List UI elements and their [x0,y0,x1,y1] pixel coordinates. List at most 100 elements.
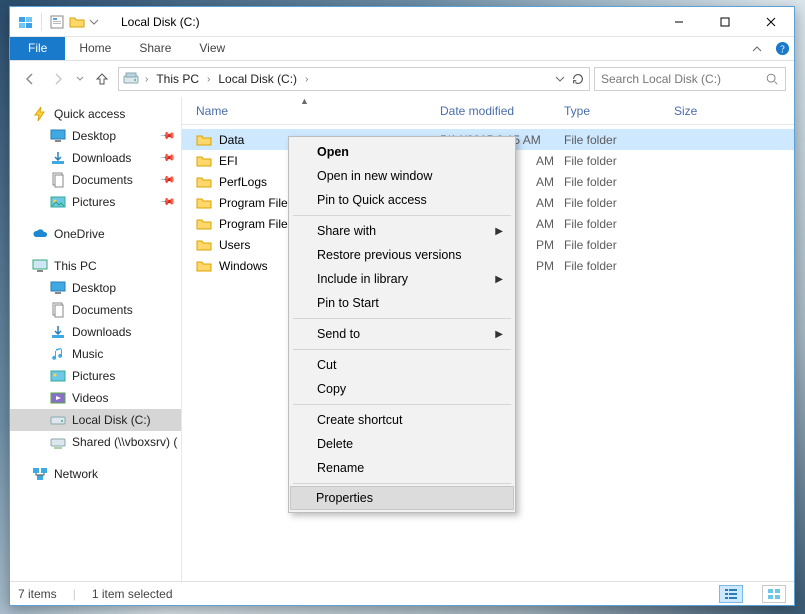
ctx-properties[interactable]: Properties [290,486,514,510]
refresh-icon[interactable] [571,72,585,86]
sidebar-pc-documents[interactable]: Documents [10,299,181,321]
help-icon[interactable]: ? [770,37,794,60]
search-icon [765,72,779,86]
ctx-open-new-window[interactable]: Open in new window [291,164,513,188]
status-item-count: 7 items [18,587,57,601]
ribbon-collapse-icon[interactable] [744,37,770,60]
qat-dropdown-icon[interactable] [89,14,99,30]
titlebar: Local Disk (C:) [10,7,794,37]
folder-icon [196,216,212,232]
properties-qat-icon[interactable] [49,14,65,30]
col-size[interactable]: Size [674,104,734,118]
videos-icon [50,390,66,406]
ctx-copy[interactable]: Copy [291,377,513,401]
sidebar-thispc[interactable]: This PC [10,255,181,277]
ctx-pin-start[interactable]: Pin to Start [291,291,513,315]
svg-text:?: ? [780,44,785,55]
recent-dropdown-icon[interactable] [74,67,86,91]
sidebar-pc-pictures[interactable]: Pictures [10,365,181,387]
onedrive-icon [32,226,48,242]
submenu-arrow-icon: ▶ [495,274,503,285]
folder-icon [196,153,212,169]
folder-icon [196,258,212,274]
nav-pane: Quick access Desktop📌 Downloads📌 Documen… [10,97,182,581]
tab-share[interactable]: Share [125,37,185,60]
tab-view[interactable]: View [185,37,239,60]
sidebar-onedrive[interactable]: OneDrive [10,223,181,245]
folder-icon [196,195,212,211]
address-dropdown-icon[interactable] [553,67,567,91]
pin-icon: 📌 [158,194,175,211]
ctx-include-library[interactable]: Include in library▶ [291,267,513,291]
col-type[interactable]: Type [564,104,674,118]
view-icons-button[interactable] [762,585,786,603]
sidebar-pc-shared[interactable]: Shared (\\vboxsrv) ( [10,431,181,453]
sidebar-quick-access[interactable]: Quick access [10,103,181,125]
column-headers[interactable]: ▲ Name Date modified Type Size [182,97,794,125]
col-name[interactable]: Name [196,104,440,118]
folder-icon [196,174,212,190]
explorer-icon [18,14,34,30]
ctx-rename[interactable]: Rename [291,456,513,480]
ctx-cut[interactable]: Cut [291,353,513,377]
documents-icon [50,302,66,318]
downloads-icon [50,324,66,340]
pin-icon: 📌 [158,172,175,189]
new-folder-qat-icon[interactable] [69,14,85,30]
minimize-button[interactable] [656,7,702,37]
close-button[interactable] [748,7,794,37]
sidebar-qa-pictures[interactable]: Pictures📌 [10,191,181,213]
search-box[interactable]: Search Local Disk (C:) [594,67,786,91]
downloads-icon [50,150,66,166]
search-placeholder: Search Local Disk (C:) [601,72,765,86]
tab-home[interactable]: Home [65,37,125,60]
sidebar-qa-downloads[interactable]: Downloads📌 [10,147,181,169]
address-bar[interactable]: › This PC › Local Disk (C:) › [118,67,590,91]
folder-icon [196,132,212,148]
sidebar-pc-localdisk[interactable]: Local Disk (C:) [10,409,181,431]
folder-icon [196,237,212,253]
status-selected: 1 item selected [92,587,173,601]
pictures-icon [50,194,66,210]
window-title: Local Disk (C:) [121,15,200,29]
drive-icon [123,71,139,87]
ctx-send-to[interactable]: Send to▶ [291,322,513,346]
tab-file[interactable]: File [10,37,65,60]
pin-icon: 📌 [158,128,175,145]
sidebar-pc-music[interactable]: Music [10,343,181,365]
crumb-location[interactable]: Local Disk (C:) [216,72,299,86]
documents-icon [50,172,66,188]
ctx-delete[interactable]: Delete [291,432,513,456]
up-button[interactable] [90,67,114,91]
ctx-share-with[interactable]: Share with▶ [291,219,513,243]
view-details-button[interactable] [719,585,743,603]
ctx-open[interactable]: Open [291,140,513,164]
ctx-pin-quick-access[interactable]: Pin to Quick access [291,188,513,212]
quick-access-toolbar [10,13,107,31]
desktop-icon [50,280,66,296]
drive-icon [50,412,66,428]
sidebar-network[interactable]: Network [10,463,181,485]
submenu-arrow-icon: ▶ [495,329,503,340]
pictures-icon [50,368,66,384]
ctx-create-shortcut[interactable]: Create shortcut [291,408,513,432]
quick-access-icon [32,106,48,122]
sidebar-pc-downloads[interactable]: Downloads [10,321,181,343]
maximize-button[interactable] [702,7,748,37]
sidebar-qa-documents[interactable]: Documents📌 [10,169,181,191]
back-button[interactable] [18,67,42,91]
crumb-thispc[interactable]: This PC [154,72,201,86]
sidebar-qa-desktop[interactable]: Desktop📌 [10,125,181,147]
netdrive-icon [50,434,66,450]
submenu-arrow-icon: ▶ [495,226,503,237]
ctx-restore-versions[interactable]: Restore previous versions [291,243,513,267]
sidebar-pc-desktop[interactable]: Desktop [10,277,181,299]
forward-button[interactable] [46,67,70,91]
sidebar-pc-videos[interactable]: Videos [10,387,181,409]
pin-icon: 📌 [158,150,175,167]
col-date[interactable]: Date modified [440,104,564,118]
sort-indicator-icon: ▲ [300,96,309,106]
nav-row: › This PC › Local Disk (C:) › Search Loc… [10,61,794,97]
thispc-icon [32,258,48,274]
context-menu: Open Open in new window Pin to Quick acc… [288,136,516,513]
